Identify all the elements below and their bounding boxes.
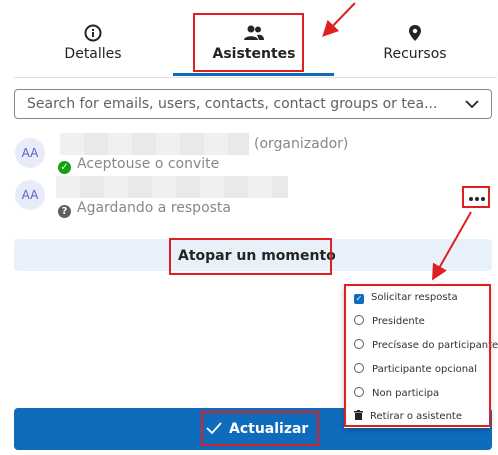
annotation-arrow-menu: [432, 211, 472, 281]
annotation-arrow-tab: [322, 2, 356, 37]
annotation-arrows: [322, 2, 472, 281]
